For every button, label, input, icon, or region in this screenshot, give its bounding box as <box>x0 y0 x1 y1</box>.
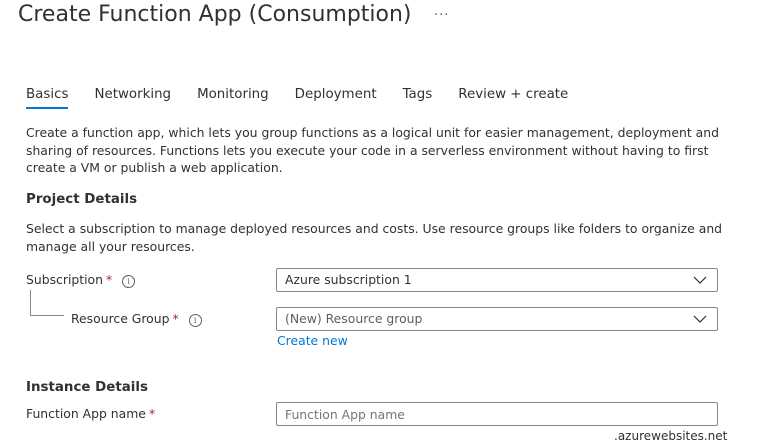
tab-bar: Basics Networking Monitoring Deployment … <box>26 87 594 109</box>
resource-group-label: Resource Group <box>71 311 170 326</box>
tab-review-create[interactable]: Review + create <box>458 87 568 109</box>
required-mark: * <box>148 406 156 421</box>
instance-details-heading: Instance Details <box>26 380 148 395</box>
function-app-name-label: Function App name <box>26 406 146 421</box>
create-new-link[interactable]: Create new <box>277 333 348 348</box>
function-app-name-input[interactable] <box>276 402 718 426</box>
tree-connector <box>30 290 64 316</box>
more-options-icon[interactable]: ··· <box>434 8 449 23</box>
required-mark: * <box>106 272 113 287</box>
subscription-label: Subscription <box>26 272 103 287</box>
required-mark: * <box>172 311 179 326</box>
resource-group-label-row: Resource Group * i <box>71 311 202 327</box>
intro-description: Create a function app, which lets you gr… <box>26 125 719 175</box>
chevron-down-icon <box>693 276 707 284</box>
subscription-value: Azure subscription 1 <box>285 272 412 287</box>
subscription-select[interactable]: Azure subscription 1 <box>276 268 718 292</box>
tab-monitoring[interactable]: Monitoring <box>197 87 269 109</box>
tab-basics[interactable]: Basics <box>26 87 69 109</box>
subscription-label-row: Subscription * i <box>26 272 136 288</box>
project-details-heading: Project Details <box>26 192 138 207</box>
page-title: Create Function App (Consumption) <box>18 2 412 27</box>
tab-deployment[interactable]: Deployment <box>295 87 377 109</box>
function-app-name-label-row: Function App name * <box>26 406 155 421</box>
resource-group-value: (New) Resource group <box>285 311 423 326</box>
tab-networking[interactable]: Networking <box>94 87 171 109</box>
info-icon[interactable]: i <box>188 314 202 327</box>
project-details-description: Select a subscription to manage deployed… <box>26 221 723 254</box>
tab-tags[interactable]: Tags <box>403 87 433 109</box>
chevron-down-icon <box>693 315 707 323</box>
resource-group-select[interactable]: (New) Resource group <box>276 307 718 331</box>
info-icon[interactable]: i <box>122 275 136 288</box>
